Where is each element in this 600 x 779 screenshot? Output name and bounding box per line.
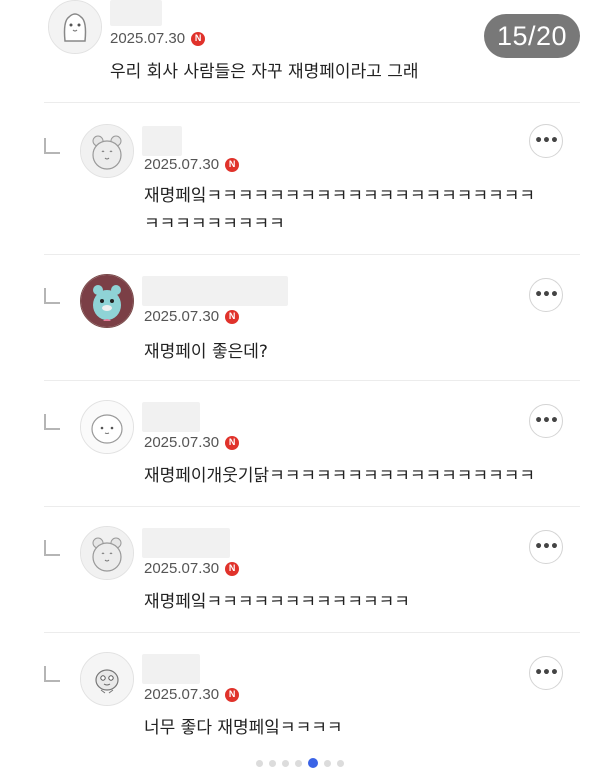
date-text: 2025.07.30 — [110, 30, 186, 47]
pagination-dot[interactable] — [256, 759, 263, 767]
pagination-dot[interactable] — [337, 759, 344, 767]
comment-date: 2025.07.30 N — [144, 434, 240, 451]
reply-arrow-icon — [44, 414, 60, 430]
reply-arrow-icon — [44, 288, 60, 304]
reply-arrow-icon — [44, 540, 60, 556]
comment-text: 재명페이개웃기닭ㅋㅋㅋㅋㅋㅋㅋㅋㅋㅋㅋㅋㅋㅋㅋㅋㅋ — [144, 466, 535, 486]
date-text: 2025.07.30 — [144, 308, 220, 325]
author-name-redacted — [110, 0, 162, 26]
author-name-redacted — [142, 654, 200, 684]
pagination-dot[interactable] — [295, 759, 302, 767]
divider — [44, 102, 580, 103]
small-creature-icon — [81, 653, 133, 705]
avatar[interactable] — [80, 274, 134, 328]
pagination-dot[interactable] — [324, 759, 331, 767]
comment-date: 2025.07.30 N — [144, 686, 240, 703]
new-badge: N — [225, 687, 240, 702]
comment-text: 너무 좋다 재명페잌ㅋㅋㅋㅋ — [144, 718, 343, 738]
comment-date: 2025.07.30 N — [144, 560, 240, 577]
image-page-counter: 15/20 — [484, 14, 580, 58]
author-name-redacted — [142, 126, 182, 156]
bear-character-icon — [81, 527, 133, 579]
divider — [44, 632, 580, 633]
reply-arrow-icon — [44, 138, 60, 154]
pagination-dot[interactable] — [282, 759, 289, 767]
date-text: 2025.07.30 — [144, 686, 220, 703]
more-options-button[interactable]: ••• — [529, 404, 563, 438]
comment-date: 2025.07.30 N — [144, 308, 240, 325]
avatar[interactable] — [80, 124, 134, 178]
new-badge: N — [191, 31, 206, 46]
author-name-redacted — [142, 402, 200, 432]
divider — [44, 254, 580, 255]
divider — [44, 506, 580, 507]
new-badge: N — [225, 309, 240, 324]
avatar[interactable] — [80, 652, 134, 706]
new-badge: N — [225, 157, 240, 172]
more-options-button[interactable]: ••• — [529, 530, 563, 564]
comment-text: 재명페이 좋은데? — [144, 342, 268, 362]
pagination-dot[interactable] — [269, 759, 276, 767]
bear-character-icon — [81, 125, 133, 177]
comment-date: 2025.07.30 N — [110, 30, 206, 47]
pagination-dot[interactable] — [308, 758, 318, 768]
new-badge: N — [225, 561, 240, 576]
date-text: 2025.07.30 — [144, 156, 220, 173]
blue-beaver-icon — [81, 275, 133, 327]
date-text: 2025.07.30 — [144, 434, 220, 451]
avatar[interactable] — [48, 0, 102, 54]
more-options-button[interactable]: ••• — [529, 278, 563, 312]
ghost-character-icon — [49, 1, 101, 53]
divider — [44, 380, 580, 381]
reply-arrow-icon — [44, 666, 60, 682]
new-badge: N — [225, 435, 240, 450]
avatar[interactable] — [80, 400, 134, 454]
round-face-icon — [81, 401, 133, 453]
comment-date: 2025.07.30 N — [144, 156, 240, 173]
author-name-redacted — [142, 528, 230, 558]
avatar[interactable] — [80, 526, 134, 580]
author-name-redacted — [142, 276, 288, 306]
pagination-dots — [0, 758, 600, 768]
more-options-button[interactable]: ••• — [529, 124, 563, 158]
more-options-button[interactable]: ••• — [529, 656, 563, 690]
comment-text: 재명페잌ㅋㅋㅋㅋㅋㅋㅋㅋㅋㅋㅋㅋㅋ — [144, 592, 410, 612]
comment-text: 우리 회사 사람들은 자꾸 재명페이라고 그래 — [110, 62, 419, 82]
date-text: 2025.07.30 — [144, 560, 220, 577]
comment-text: 재명페잌ㅋㅋㅋㅋㅋㅋㅋㅋㅋㅋㅋㅋㅋㅋㅋㅋㅋㅋㅋㅋㅋㅋㅋㅋㅋㅋㅋㅋㅋㅋ — [144, 186, 535, 234]
